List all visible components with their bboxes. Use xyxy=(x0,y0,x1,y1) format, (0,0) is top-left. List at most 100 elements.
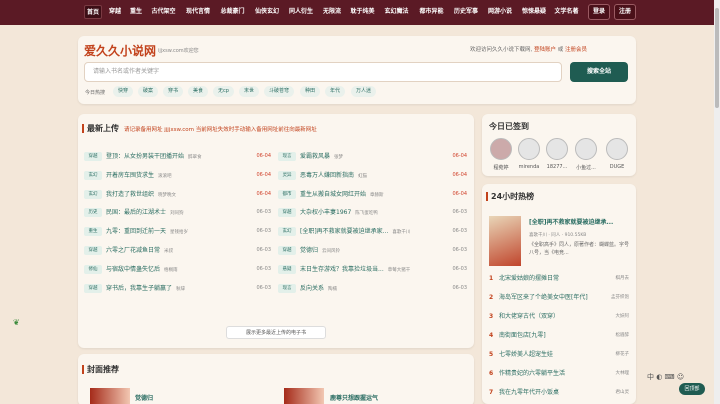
hot-item-title[interactable]: 七零娇美人超宠生娃 xyxy=(499,351,553,358)
hot-item-author[interactable]: 松眉醉 xyxy=(616,330,630,341)
genre-tag[interactable]: 玄幻 xyxy=(278,227,296,237)
book-author[interactable]: 滚滚吧 xyxy=(158,174,172,179)
genre-tag[interactable]: 穿越 xyxy=(84,246,102,255)
user-name[interactable]: DUGE xyxy=(603,164,631,170)
hot-item-title[interactable]: 北宋爱姑娘的摆摊日常 xyxy=(499,275,559,282)
nav-item[interactable]: 耽于纯美 xyxy=(348,5,377,19)
leaf-icon[interactable]: ❦ xyxy=(13,318,20,327)
book-row[interactable]: 穿越 觉德归 云间风铃 06-03 xyxy=(278,245,467,256)
book-row[interactable]: 灵异 恶毒万人嫌回新指南 虹猫 06-04 xyxy=(278,170,467,181)
more-button[interactable]: 展示更多最近上传的电子书 xyxy=(226,326,326,339)
user-name[interactable]: 小鱼过... xyxy=(572,164,600,171)
nav-item[interactable]: 都市异能 xyxy=(416,5,447,19)
nav-item[interactable]: 同人衍生 xyxy=(286,5,316,19)
book-author[interactable]: 张梦 xyxy=(334,155,343,160)
nav-item[interactable]: 重生 xyxy=(128,5,144,19)
hot-item-author[interactable]: 大林哩 xyxy=(616,368,630,379)
book-title[interactable]: 末日生存游戏？我靠捡垃圾当... xyxy=(300,266,384,273)
register-button[interactable]: 注册 xyxy=(614,4,637,20)
user-avatar[interactable] xyxy=(490,138,512,160)
register-link[interactable]: 注册会员 xyxy=(565,47,587,53)
user-name[interactable]: 程菀婷 xyxy=(487,164,515,171)
nav-item[interactable]: 总裁豪门 xyxy=(217,5,248,19)
book-author[interactable]: 陈飞蛋吃鸭 xyxy=(355,211,378,216)
hot-search-tag[interactable]: 年代 xyxy=(325,86,346,97)
hot-book-title[interactable]: [全职]再不救家就要被迫继承... xyxy=(529,217,613,226)
book-row[interactable]: 现言 爱霸救风暴 张梦 06-04 xyxy=(278,151,467,162)
scrollbar-thumb[interactable] xyxy=(715,8,719,108)
hot-search-tag[interactable]: 末世 xyxy=(239,86,260,97)
login-link[interactable]: 登陆账户 xyxy=(534,47,556,53)
book-author[interactable]: 刘同狗 xyxy=(170,211,184,216)
book-author[interactable]: 章赫斯 xyxy=(370,193,384,198)
hot-item-title[interactable]: 我在九零年代开小饭桌 xyxy=(499,389,559,396)
nav-item[interactable]: 穿越 xyxy=(106,5,124,19)
genre-tag[interactable]: 现言 xyxy=(278,152,296,161)
hot-list-item[interactable]: 6 作精贵妃的六零躺平生活 大林哩 xyxy=(489,368,629,379)
search-button[interactable]: 搜索全站 xyxy=(570,62,628,82)
book-title[interactable]: 民国：最后的江湖术士 xyxy=(106,209,166,216)
hot-list-item[interactable]: 5 七零娇美人超宠生娃 柳花子 xyxy=(489,349,629,360)
book-row[interactable]: 现言 反向关系 陶楠 06-03 xyxy=(278,283,467,294)
hot-search-tag[interactable]: 无cp xyxy=(213,86,234,97)
genre-tag[interactable]: 玄幻 xyxy=(84,189,102,199)
genre-tag[interactable]: 穿越 xyxy=(278,246,296,255)
book-row[interactable]: 玄幻 我打造了救世组织 晓梦晚文 06-04 xyxy=(84,189,271,200)
book-author[interactable]: 梧桐雨 xyxy=(164,268,178,273)
book-row[interactable]: 悬疑 末日生存游戏？我靠捡垃圾当... 草莓大猪干 06-03 xyxy=(278,264,467,275)
genre-tag[interactable]: 历史 xyxy=(84,208,102,218)
book-author[interactable]: 星钱拾岁 xyxy=(170,230,188,235)
hot-list-item[interactable]: 1 北宋爱姑娘的摆摊日常 棋月去 xyxy=(489,273,629,284)
book-title[interactable]: 大杂权小丰妻1967 xyxy=(300,209,351,216)
hot-item-title[interactable]: 南街面包店[九零] xyxy=(499,332,546,339)
hot-search-tag[interactable]: 快穿 xyxy=(113,86,134,97)
user-name[interactable]: mirenda xyxy=(515,164,543,170)
genre-tag[interactable]: 修仙 xyxy=(84,264,102,274)
book-title[interactable]: 爱霸救风暴 xyxy=(300,153,330,160)
cover-image[interactable] xyxy=(284,388,324,404)
hot-item-author[interactable]: 孟芬织饱 xyxy=(611,292,629,303)
hot-list-item[interactable]: 3 和大佬穿古代（双穿） 大妖阿 xyxy=(489,311,629,322)
nav-item[interactable]: 历史军事 xyxy=(451,5,481,19)
book-row[interactable]: 都市 重生从搬自城女网红开始 章赫斯 06-04 xyxy=(278,189,467,200)
genre-tag[interactable]: 悬疑 xyxy=(278,264,296,274)
book-row[interactable]: 穿越 大杂权小丰妻1967 陈飞蛋吃鸭 06-03 xyxy=(278,207,467,218)
book-title[interactable]: 觉德归 xyxy=(300,247,318,254)
ime-toolbar[interactable]: 中 ◐ ⌨ ☺ xyxy=(647,372,684,382)
site-logo[interactable]: 爱久久小说网 xyxy=(84,42,156,59)
genre-tag[interactable]: 穿越 xyxy=(84,283,102,293)
login-button[interactable]: 登录 xyxy=(588,4,611,20)
hot-search-tag[interactable]: 种田 xyxy=(300,86,321,97)
genre-tag[interactable]: 穿越 xyxy=(84,152,102,161)
hot-search-tag[interactable]: 美食 xyxy=(188,86,209,97)
genre-tag[interactable]: 重生 xyxy=(84,227,102,237)
book-title[interactable]: 我打造了救世组织 xyxy=(106,191,154,198)
nav-item[interactable]: 古代架空 xyxy=(148,5,179,19)
user-avatar[interactable] xyxy=(575,138,597,160)
book-title[interactable]: 九零：重回到迁前一天 xyxy=(106,228,166,235)
book-author[interactable]: 醉翠食 xyxy=(188,155,202,160)
book-author[interactable]: 虹猫 xyxy=(358,174,367,179)
search-input[interactable]: 请输入书名或作者关键字 xyxy=(84,62,562,82)
book-row[interactable]: 重生 九零：重回到迁前一天 星钱拾岁 06-03 xyxy=(84,226,271,237)
book-title[interactable]: 穿书后，我靠生子躺赢了 xyxy=(106,285,172,292)
book-author[interactable]: 喜歌千川 xyxy=(392,230,410,235)
hot-list-item[interactable]: 4 南街面包店[九零] 松眉醉 xyxy=(489,330,629,341)
hot-item-title[interactable]: 海岛军区来了个绝美女中医[年代] xyxy=(499,294,588,301)
back-to-top-button[interactable]: 回顶部 xyxy=(679,383,705,395)
hot-list-item[interactable]: 7 我在九零年代开小饭桌 君山灵 xyxy=(489,387,629,398)
nav-item[interactable]: 文学名著 xyxy=(553,5,580,19)
genre-tag[interactable]: 灵异 xyxy=(278,170,296,180)
cover-title[interactable]: 鹿尊只想跟握运气 xyxy=(330,393,378,404)
genre-tag[interactable]: 现言 xyxy=(278,283,296,293)
book-title[interactable]: 开着房车囤货求生 xyxy=(106,172,154,179)
hot-search-tag[interactable]: 万人迷 xyxy=(351,86,377,97)
hot-item-author[interactable]: 柳花子 xyxy=(616,349,630,360)
hot-search-tag[interactable]: 穿书 xyxy=(163,86,184,97)
book-title[interactable]: 六零之厂花减鱼日常 xyxy=(106,247,160,254)
nav-item[interactable]: 惊悚悬疑 xyxy=(519,5,549,19)
user-avatar[interactable] xyxy=(546,138,568,160)
book-author[interactable]: 秋辞 xyxy=(176,287,185,292)
hot-search-tag[interactable]: 破案 xyxy=(138,86,159,97)
book-row[interactable]: 修仙 与宿敌中情蛊失忆后 梧桐雨 06-03 xyxy=(84,264,271,275)
